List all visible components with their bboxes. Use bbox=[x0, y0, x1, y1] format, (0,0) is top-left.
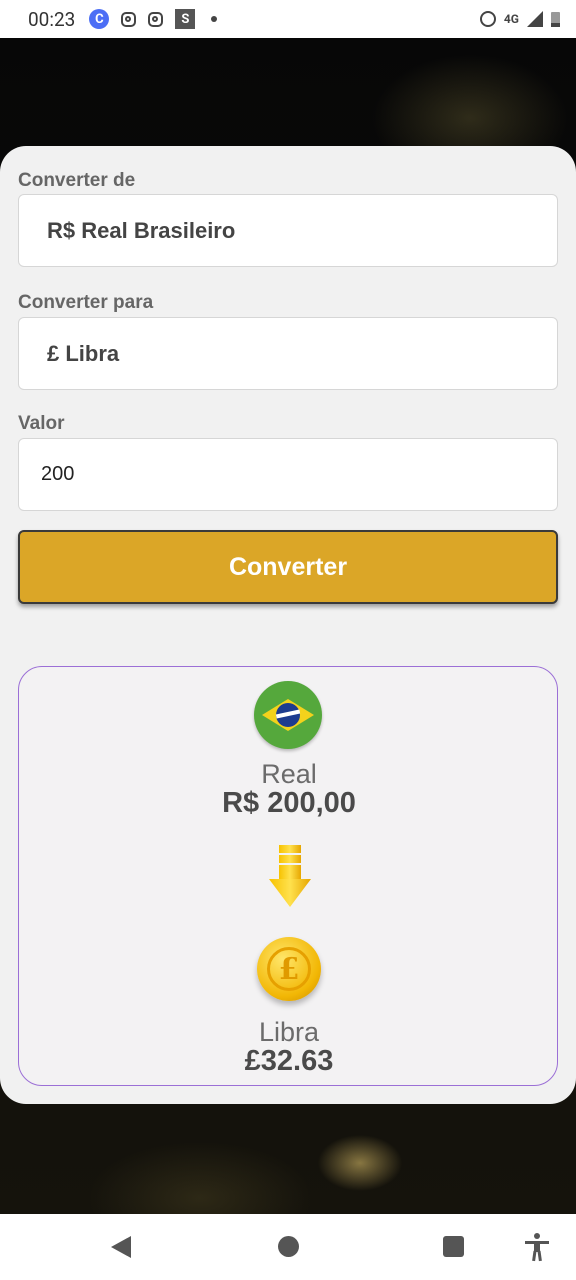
from-currency-select[interactable]: R$ Real Brasileiro bbox=[18, 194, 558, 267]
converter-card: Converter de R$ Real Brasileiro Converte… bbox=[0, 146, 576, 1104]
notification-dot-icon bbox=[211, 16, 218, 22]
network-type: 4G bbox=[503, 12, 519, 26]
convert-button[interactable]: Converter bbox=[18, 530, 558, 604]
status-time: 00:23 bbox=[28, 7, 76, 31]
to-amount: £32.63 bbox=[244, 1045, 334, 1077]
from-currency-name: Real bbox=[261, 759, 317, 789]
amount-input[interactable]: 200 bbox=[18, 438, 558, 511]
battery-icon bbox=[551, 11, 560, 27]
to-currency-name: Libra bbox=[258, 1017, 320, 1047]
to-currency-select[interactable]: £ Libra bbox=[18, 317, 558, 390]
s-app-icon: S bbox=[175, 9, 196, 29]
brazil-flag-icon bbox=[254, 681, 322, 749]
alarm-icon bbox=[479, 11, 496, 27]
navigation-bar bbox=[0, 1214, 576, 1280]
instagram-icon bbox=[121, 11, 137, 27]
home-icon[interactable] bbox=[278, 1236, 299, 1257]
from-amount: R$ 200,00 bbox=[222, 787, 356, 819]
signal-icon bbox=[527, 11, 543, 27]
status-bar: 00:23 C S 4G bbox=[0, 0, 576, 38]
amount-label: Valor bbox=[18, 413, 65, 434]
instagram-icon bbox=[148, 11, 164, 27]
from-label: Converter de bbox=[18, 170, 136, 191]
pound-coin-icon: £ bbox=[257, 937, 321, 1001]
back-icon[interactable] bbox=[111, 1236, 131, 1258]
from-currency-value: R$ Real Brasileiro bbox=[47, 217, 236, 243]
accessibility-icon[interactable] bbox=[522, 1232, 552, 1262]
to-currency-value: £ Libra bbox=[47, 340, 120, 366]
c-app-icon: C bbox=[89, 9, 110, 29]
result-panel: Real R$ 200,00 £ Libra £32.63 bbox=[18, 666, 558, 1086]
recents-icon[interactable] bbox=[443, 1236, 464, 1257]
amount-value: 200 bbox=[41, 463, 75, 485]
arrow-down-icon bbox=[269, 845, 311, 907]
to-label: Converter para bbox=[18, 292, 154, 313]
